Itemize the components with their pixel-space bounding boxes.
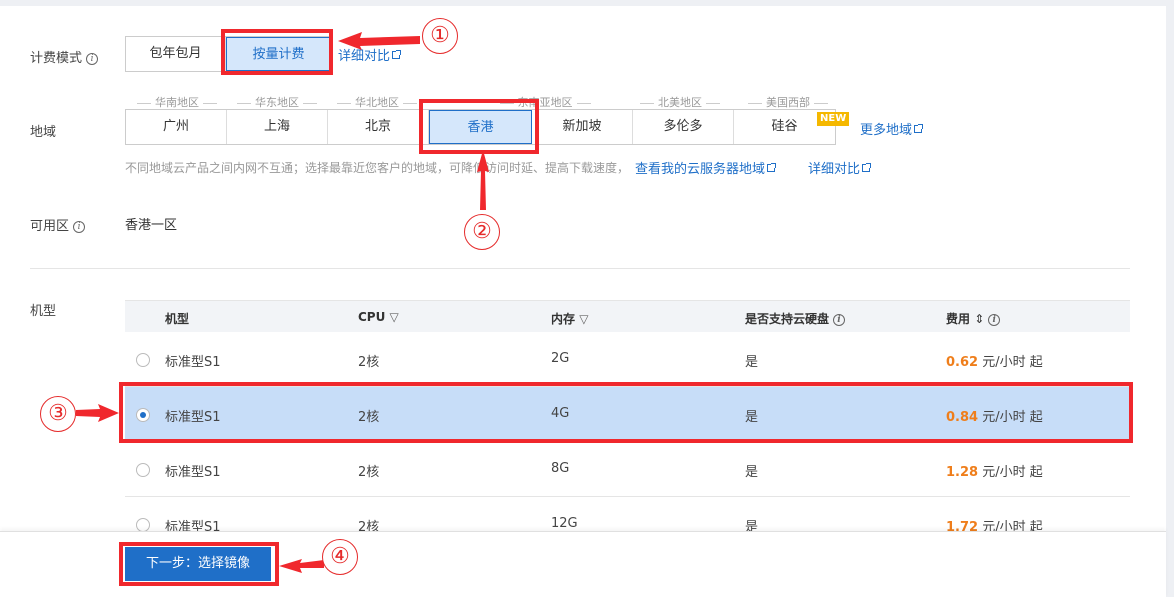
callout-2: ② (464, 214, 500, 250)
callout-4: ④ (322, 539, 358, 575)
annotation-arrows (76, 32, 489, 573)
callout-3: ③ (40, 396, 76, 432)
callout-1: ① (422, 18, 458, 54)
